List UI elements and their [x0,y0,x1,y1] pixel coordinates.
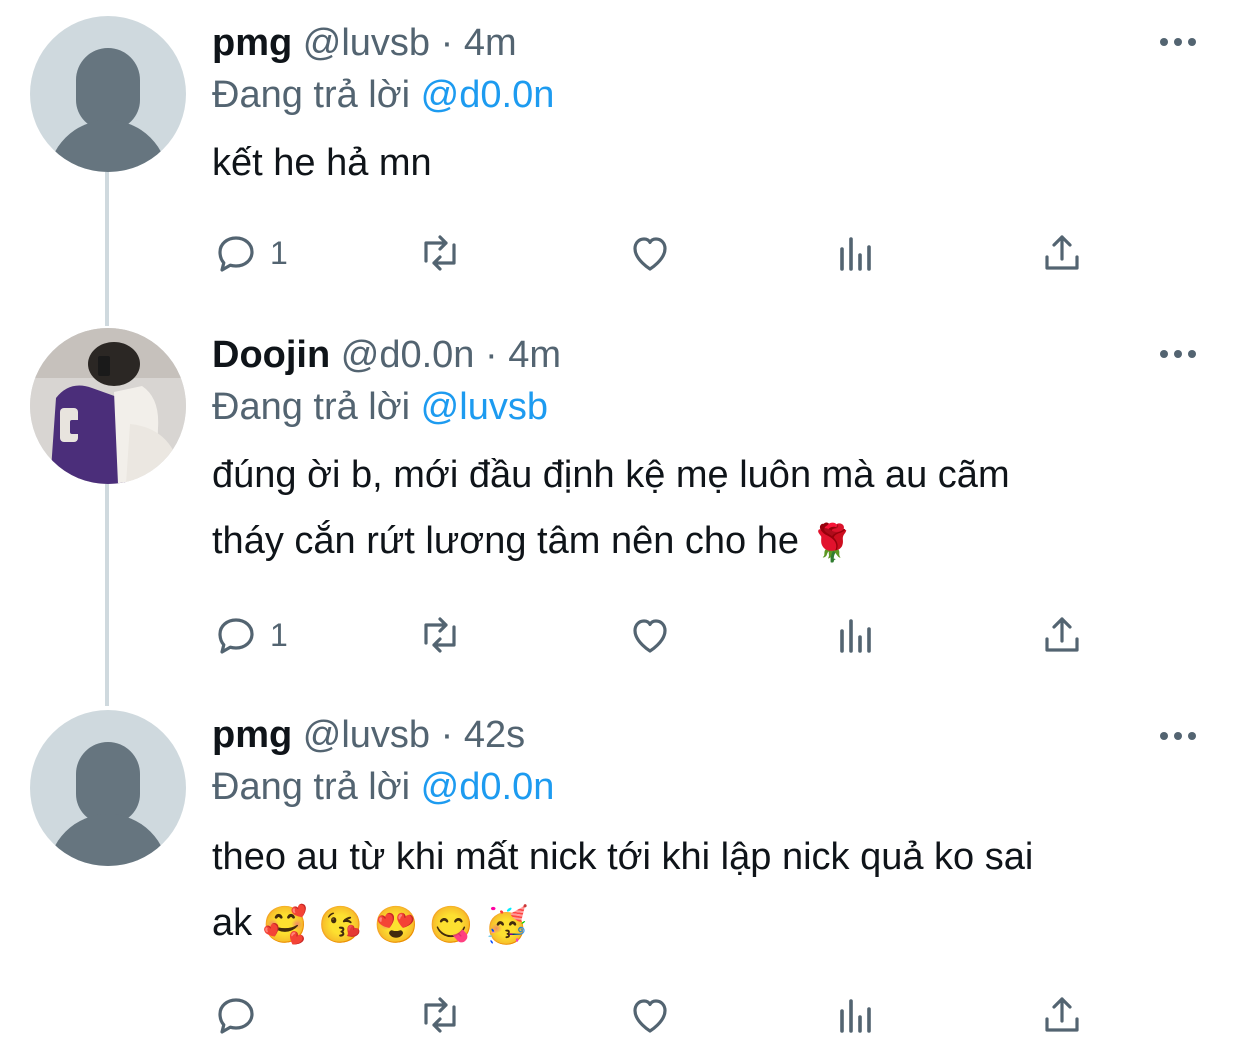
avatar[interactable] [30,16,186,172]
more-options-icon[interactable] [1160,344,1200,364]
tweet-text: kết he hả mn [212,130,1202,196]
retweet-icon [424,997,456,1033]
retweet-icon [424,617,456,653]
replying-to-label: Đang trả lời [212,74,411,116]
views-icon [840,237,871,271]
tweet-header: pmg @luvsb · 42s [212,712,525,758]
timestamp[interactable]: 42s [464,714,525,756]
avatar[interactable] [30,328,186,484]
reply-button[interactable] [212,990,270,1040]
yum-face-emoji: 😋 [428,903,474,945]
tweet[interactable]: pmg @luvsb · 42s Đang trả lời @d0.0n the… [0,700,1242,1056]
retweet-button[interactable] [416,990,464,1040]
like-icon [633,999,667,1033]
rose-emoji: 🌹 [809,521,855,563]
reply-icon [218,618,254,654]
replying-to-label: Đang trả lời [212,766,411,808]
tweet-text: đúng ời b, mới đầu định kệ mẹ luôn mà au… [212,442,1202,574]
views-button[interactable] [832,990,880,1040]
tweet-text-line: đúng ời b, mới đầu định kệ mẹ luôn mà au… [212,454,1010,496]
retweet-icon [424,235,456,271]
separator-dot: · [440,22,454,64]
tweet[interactable]: pmg @luvsb · 4m Đang trả lời @d0.0n kết … [0,0,1242,320]
replying-to-label: Đang trả lời [212,386,411,428]
more-options-icon[interactable] [1160,32,1200,52]
mention-link[interactable]: @d0.0n [421,766,555,808]
retweet-button[interactable] [416,228,464,278]
timestamp[interactable]: 4m [464,22,517,64]
reply-icon [218,998,254,1034]
smiling-face-with-hearts-emoji: 🥰 [262,903,308,945]
retweet-button[interactable] [416,610,464,660]
user-handle[interactable]: @luvsb [303,714,430,756]
views-button[interactable] [832,228,880,278]
like-button[interactable] [626,990,674,1040]
reply-count: 1 [270,234,288,271]
replying-to: Đang trả lời @d0.0n [212,72,554,118]
face-blowing-kiss-emoji: 😘 [318,903,363,945]
tweet-text-line: theo au từ khi mất nick tới khi lập nick… [212,836,1034,878]
tweet-text: theo au từ khi mất nick tới khi lập nick… [212,824,1202,956]
reply-icon [218,236,254,272]
share-icon [1045,617,1079,652]
profile-photo [30,328,186,484]
views-button[interactable] [832,610,880,660]
tweet-text-line: ak 🥰 😘 😍 😋 🥳 [212,890,1202,956]
replying-to: Đang trả lời @d0.0n [212,764,554,810]
partying-face-emoji: 🥳 [484,903,530,945]
user-handle[interactable]: @luvsb [303,22,430,64]
tweet-text-segment: ak [212,902,253,944]
like-button[interactable] [626,610,674,660]
replying-to: Đang trả lời @luvsb [212,384,548,430]
views-icon [840,619,871,653]
reply-button[interactable]: 1 [212,610,288,660]
mention-link[interactable]: @d0.0n [421,74,555,116]
reply-count: 1 [270,616,288,653]
mention-link[interactable]: @luvsb [421,386,548,428]
tweet-text-line: kết he hả mn [212,142,432,184]
separator-dot: · [440,714,454,756]
action-bar [212,990,1112,1040]
action-bar: 1 [212,228,1112,278]
share-button[interactable] [1038,228,1086,278]
tweet-text-line: tháy cắn rứt lương tâm nên cho he 🌹 [212,508,1202,574]
display-name[interactable]: pmg [212,714,292,756]
like-icon [633,619,667,653]
share-button[interactable] [1038,610,1086,660]
tweet-text-segment: tháy cắn rứt lương tâm nên cho he [212,520,799,562]
more-options-icon[interactable] [1160,726,1200,746]
like-icon [633,237,667,271]
tweet-header: Doojin @d0.0n · 4m [212,332,561,378]
share-button[interactable] [1038,990,1086,1040]
share-icon [1045,235,1079,270]
separator-dot: · [485,334,498,376]
share-icon [1045,997,1079,1032]
avatar[interactable] [30,710,186,866]
timestamp[interactable]: 4m [508,334,561,376]
heart-eyes-emoji: 😍 [373,903,419,945]
user-handle[interactable]: @d0.0n [341,334,475,376]
action-bar: 1 [212,610,1112,660]
like-button[interactable] [626,228,674,278]
views-icon [840,999,871,1033]
tweet-header: pmg @luvsb · 4m [212,20,517,66]
reply-button[interactable]: 1 [212,228,288,278]
display-name[interactable]: Doojin [212,334,330,376]
tweet[interactable]: Doojin @d0.0n · 4m Đang trả lời @luvsb đ… [0,320,1242,700]
display-name[interactable]: pmg [212,22,292,64]
